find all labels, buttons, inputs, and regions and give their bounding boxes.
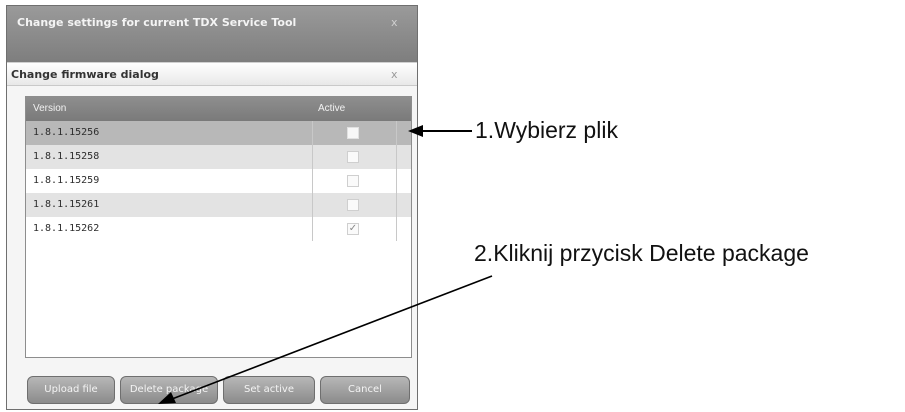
step2-annotation: 2.Kliknij przycisk Delete package — [474, 240, 809, 267]
annotation-arrows — [158, 125, 493, 404]
step1-arrow-head — [408, 125, 423, 137]
step2-number: 2. — [474, 240, 494, 266]
step1-number: 1. — [475, 117, 495, 143]
step1-text: Wybierz plik — [494, 117, 618, 143]
step2-text: Kliknij przycisk Delete package — [493, 240, 809, 266]
step2-arrow-line — [171, 275, 493, 400]
step1-annotation: 1.Wybierz plik — [475, 117, 618, 144]
step2-arrow-head — [158, 392, 176, 404]
